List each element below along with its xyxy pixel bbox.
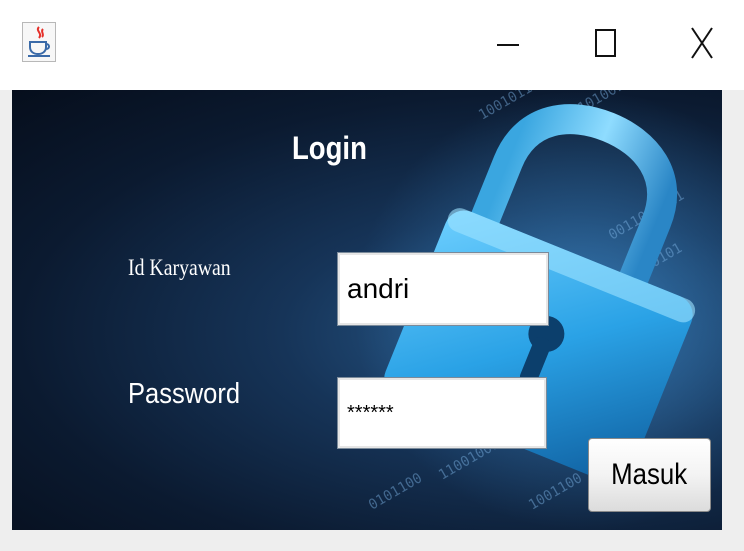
window-border	[722, 90, 744, 530]
masuk-button[interactable]: Masuk	[588, 438, 711, 512]
login-title: Login	[292, 130, 367, 166]
window-title-bar	[0, 0, 744, 90]
java-coffee-cup-icon[interactable]	[22, 22, 56, 62]
close-icon	[682, 24, 722, 64]
minimize-icon	[488, 24, 528, 64]
password-label: Password	[128, 378, 241, 410]
id-karyawan-input[interactable]: andri	[337, 252, 549, 326]
masuk-button-label: Masuk	[611, 458, 688, 491]
id-karyawan-label: Id Karyawan	[128, 255, 231, 280]
maximize-button[interactable]	[576, 18, 636, 70]
maximize-icon	[586, 24, 626, 64]
minimize-button[interactable]	[478, 18, 538, 70]
close-button[interactable]	[672, 18, 732, 70]
password-input[interactable]: ******	[337, 377, 547, 449]
